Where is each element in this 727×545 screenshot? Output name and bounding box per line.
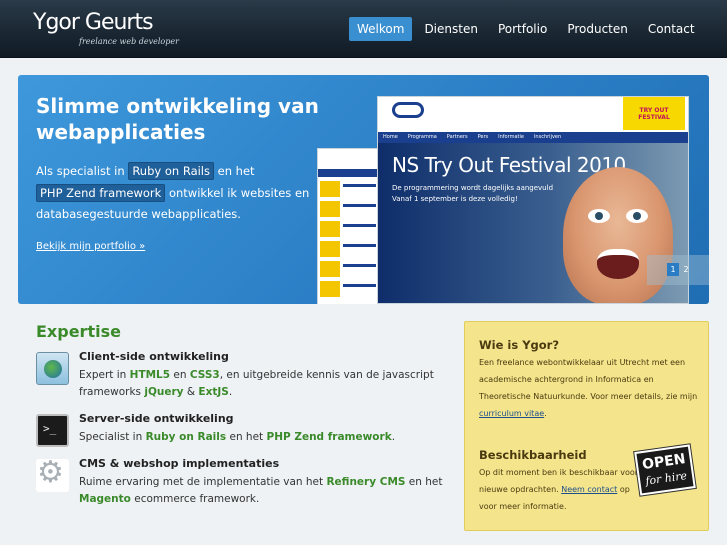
pager-1[interactable]: 1: [667, 263, 679, 276]
logo[interactable]: Ygor Geurts freelance web developer: [33, 10, 179, 46]
terminal-icon: [36, 414, 69, 447]
availability-title: Beschikbaarheid: [479, 448, 587, 462]
hero-lead-text: Als specialist in: [36, 164, 129, 178]
cv-link[interactable]: curriculum vitae: [479, 409, 544, 418]
zend-chip: PHP Zend framework: [36, 183, 166, 202]
nav-item-diensten[interactable]: Diensten: [416, 17, 486, 41]
pager-2[interactable]: 2: [680, 263, 692, 276]
slide-menu-item: Partners: [446, 134, 468, 140]
slide-menu-item: Home: [383, 134, 398, 140]
ruby-chip: Ruby on Rails: [128, 162, 214, 180]
expertise-heading: Expertise: [36, 322, 121, 341]
ns-logo-icon: [392, 102, 424, 118]
hero-banner: Slimme ontwikkeling van webapplicaties A…: [18, 75, 709, 304]
main-nav: Welkom Diensten Portfolio Producten Cont…: [349, 17, 705, 41]
slide-subtitle: De programmering wordt dagelijks aangevu…: [392, 183, 553, 205]
nav-item-portfolio[interactable]: Portfolio: [490, 17, 555, 41]
hero-lead: Als specialist in Ruby on Rails en het P…: [36, 161, 336, 226]
expertise-title: Client-side ontwikkeling: [79, 350, 229, 363]
availability-text: Op dit moment ben ik beschikbaar voor ni…: [479, 468, 639, 511]
gear-icon: ⚙: [36, 455, 69, 492]
open-for-hire-badge: OPEN for hire: [634, 444, 696, 496]
site-header: Ygor Geurts freelance web developer Welk…: [0, 0, 727, 58]
logo-name: Ygor Geurts: [33, 10, 154, 35]
hero-lead-text: en het: [214, 164, 255, 178]
festival-logo: TRY OUT FESTIVAL: [623, 97, 685, 130]
nav-item-welkom[interactable]: Welkom: [349, 17, 413, 41]
who-title: Wie is Ygor?: [479, 338, 560, 352]
slide-menu-item: Inschrijven: [533, 134, 562, 140]
slide-menu-item: Programma: [407, 134, 437, 140]
portfolio-link[interactable]: Bekijk mijn portfolio »: [36, 241, 145, 252]
slide-subtitle-line: De programmering wordt dagelijks aangevu…: [392, 184, 554, 192]
slide-menu-item: Informatie: [498, 134, 524, 140]
info-sidebar: Wie is Ygor? Een freelance webontwikkela…: [464, 321, 709, 531]
contact-link[interactable]: Neem contact: [561, 485, 617, 494]
slide-menu-item: Pers: [477, 134, 489, 140]
nav-item-contact[interactable]: Contact: [640, 17, 703, 41]
slide-banner: NS Try Out Festival 2010 De programmerin…: [378, 143, 688, 303]
slide-subtitle-line: Vanaf 1 september is deze volledig!: [392, 195, 518, 203]
hero-title: Slimme ontwikkeling van webapplicaties: [36, 94, 319, 144]
screenshot-small: [317, 148, 379, 304]
slide-pager: 1 2: [647, 255, 709, 285]
expertise-title: CMS & webshop implementaties: [79, 457, 280, 470]
expertise-desc: Expert in HTML5 en CSS3, en uitgebreide …: [79, 369, 434, 398]
who-text: Een freelance webontwikkelaar uit Utrech…: [479, 358, 698, 418]
expertise-desc: Specialist in Ruby on Rails en het PHP Z…: [79, 431, 396, 443]
slide-title: NS Try Out Festival 2010: [392, 153, 626, 177]
expertise-section: Expertise Client-side ontwikkeling Exper…: [36, 322, 456, 505]
logo-tagline: freelance web developer: [79, 37, 179, 46]
slide-menu: Home Programma Partners Pers Informatie …: [378, 132, 688, 143]
expertise-title: Server-side ontwikkeling: [79, 412, 234, 425]
globe-icon: [36, 352, 69, 385]
expertise-desc: Ruime ervaring met de implementatie van …: [79, 476, 443, 505]
screenshot-large[interactable]: TRY OUT FESTIVAL Home Programma Partners…: [377, 96, 689, 304]
nav-item-producten[interactable]: Producten: [559, 17, 636, 41]
